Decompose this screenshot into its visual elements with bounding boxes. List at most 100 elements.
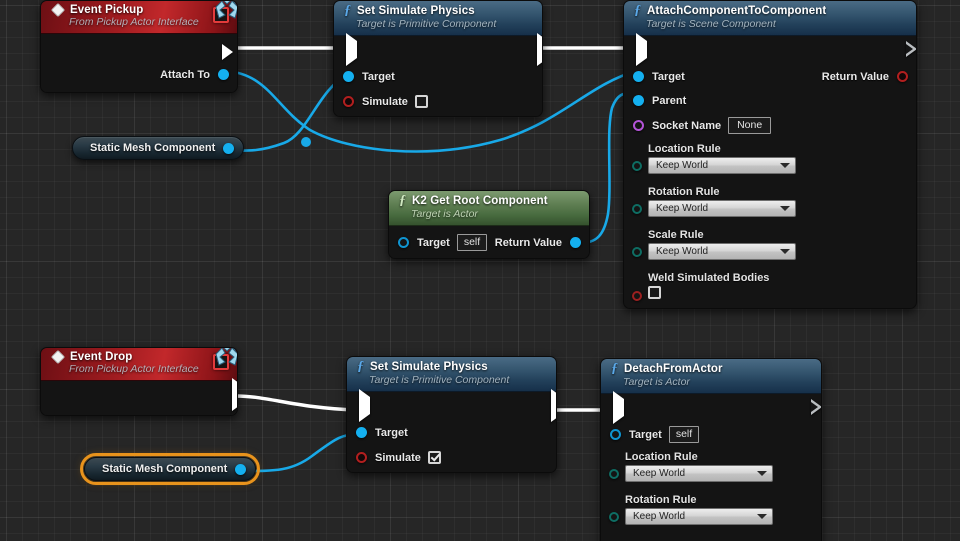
pin-label-target: Target bbox=[362, 70, 395, 83]
pin-dot-target[interactable] bbox=[610, 429, 621, 440]
socket-name-field[interactable]: None bbox=[728, 117, 772, 134]
prop-location-rule[interactable]: Location Rule Keep World bbox=[601, 448, 821, 488]
dropdown-value: Keep World bbox=[656, 160, 709, 171]
node-header-attach: ƒ AttachComponentToComponent Target is S… bbox=[624, 1, 916, 36]
pin-dot-simulate[interactable] bbox=[356, 452, 367, 463]
pin-target[interactable]: Target self bbox=[389, 230, 497, 255]
pin-parent[interactable]: Parent bbox=[624, 88, 696, 113]
pin-exec-out[interactable] bbox=[232, 378, 237, 411]
node-body-set-simulate-physics-bottom: Target Simulate bbox=[347, 389, 556, 472]
function-icon: ƒ bbox=[611, 361, 618, 376]
pin-target[interactable]: Target bbox=[624, 64, 695, 89]
node-set-simulate-physics-bottom[interactable]: ƒ Set Simulate Physics Target is Primiti… bbox=[346, 356, 557, 473]
node-header-event-drop: Event Drop From Pickup Actor Interface bbox=[41, 348, 237, 381]
node-header-set-simulate-physics-top: ƒ Set Simulate Physics Target is Primiti… bbox=[334, 1, 542, 36]
pin-dot-location-rule[interactable] bbox=[632, 161, 642, 171]
dropdown-value: Keep World bbox=[656, 246, 709, 257]
pin-exec-in[interactable] bbox=[346, 33, 357, 66]
prop-weld-simulated-bodies[interactable]: Weld Simulated Bodies bbox=[624, 269, 916, 308]
pin-dot-target[interactable] bbox=[633, 71, 644, 82]
node-set-simulate-physics-top[interactable]: ƒ Set Simulate Physics Target is Primiti… bbox=[333, 0, 543, 117]
pin-label-target: Target bbox=[375, 426, 408, 439]
target-self-field[interactable]: self bbox=[456, 234, 488, 251]
prop-label-rotation-rule: Rotation Rule bbox=[648, 186, 720, 198]
node-title: Event Drop bbox=[70, 351, 133, 363]
pin-dot-static-mesh-component[interactable] bbox=[235, 463, 247, 475]
pin-dot-target[interactable] bbox=[356, 427, 367, 438]
prop-rotation-rule[interactable]: Rotation Rule Keep World bbox=[601, 491, 821, 531]
pin-label-return-value: Return Value bbox=[494, 236, 562, 249]
node-body-event-drop bbox=[41, 378, 237, 415]
pin-target[interactable]: Target self bbox=[601, 422, 709, 447]
node-title: Set Simulate Physics bbox=[357, 5, 475, 17]
node-event-drop[interactable]: Event Drop From Pickup Actor Interface bbox=[40, 347, 238, 416]
node-body-detach-from-actor: Target self Location Rule Keep World Rot… bbox=[601, 391, 821, 541]
node-static-mesh-component-bottom[interactable]: Static Mesh Component bbox=[79, 453, 261, 485]
pin-return-value[interactable]: Return Value bbox=[812, 64, 916, 89]
pin-label-socket-name: Socket Name bbox=[652, 119, 722, 132]
pin-dot-rotation-rule[interactable] bbox=[609, 512, 619, 522]
node-title: Event Pickup bbox=[70, 4, 144, 16]
pin-dot-scale-rule[interactable] bbox=[632, 247, 642, 257]
node-subtitle: Target is Primitive Component bbox=[369, 374, 510, 386]
pin-exec-out[interactable] bbox=[551, 389, 556, 422]
pin-attach-to[interactable]: Attach To bbox=[150, 62, 237, 87]
pin-exec-in[interactable] bbox=[359, 389, 370, 422]
prop-rotation-rule[interactable]: Rotation Rule Keep World bbox=[624, 183, 916, 223]
node-detach-from-actor[interactable]: ƒ DetachFromActor Target is Actor Target… bbox=[600, 358, 822, 541]
pin-target[interactable]: Target bbox=[334, 64, 405, 89]
node-header-detach-from-actor: ƒ DetachFromActor Target is Actor bbox=[601, 359, 821, 394]
prop-label-weld-simulated-bodies: Weld Simulated Bodies bbox=[648, 272, 770, 284]
checkbox-simulate[interactable] bbox=[414, 95, 428, 108]
pin-dot-target[interactable] bbox=[398, 237, 409, 248]
pin-dot-weld-simulated-bodies[interactable] bbox=[632, 291, 642, 301]
pin-exec-in[interactable] bbox=[613, 391, 624, 424]
node-event-pickup[interactable]: Event Pickup From Pickup Actor Interface bbox=[40, 0, 238, 93]
checkbox-simulate[interactable] bbox=[427, 451, 441, 464]
dropdown-location-rule[interactable]: Keep World bbox=[648, 157, 796, 174]
pin-return-value[interactable]: Return Value bbox=[485, 230, 589, 255]
interface-event-badge-icon bbox=[215, 348, 237, 366]
pin-dot-rotation-rule[interactable] bbox=[632, 204, 642, 214]
pin-dot-return-value[interactable] bbox=[897, 71, 908, 82]
prop-label-rotation-rule: Rotation Rule bbox=[625, 494, 697, 506]
pin-exec-out[interactable] bbox=[212, 39, 237, 64]
pin-label-attach-to: Attach To bbox=[160, 68, 210, 81]
pin-dot-static-mesh-component[interactable] bbox=[223, 142, 235, 154]
pin-dot-location-rule[interactable] bbox=[609, 469, 619, 479]
pin-target[interactable]: Target bbox=[347, 420, 418, 445]
prop-scale-rule[interactable]: Scale Rule Keep World bbox=[624, 226, 916, 266]
prop-label-scale-rule: Scale Rule bbox=[648, 229, 704, 241]
node-attach-component-to-component[interactable]: ƒ AttachComponentToComponent Target is S… bbox=[623, 0, 917, 309]
function-icon: ƒ bbox=[399, 193, 406, 208]
pin-exec-in[interactable] bbox=[636, 33, 647, 66]
dropdown-value: Keep World bbox=[633, 468, 686, 479]
node-static-mesh-component-top[interactable]: Static Mesh Component bbox=[72, 136, 245, 160]
node-body-attach: Target Return Value Parent Socket Name N… bbox=[624, 33, 916, 308]
pin-exec-out[interactable] bbox=[537, 33, 542, 66]
pin-label-target: Target bbox=[652, 70, 685, 83]
pin-dot-parent[interactable] bbox=[633, 95, 644, 106]
pin-socket-name[interactable]: Socket Name None bbox=[624, 113, 781, 138]
pin-dot-attach-to[interactable] bbox=[218, 69, 229, 80]
pin-simulate[interactable]: Simulate bbox=[334, 89, 438, 114]
blueprint-graph-canvas[interactable]: Event Pickup From Pickup Actor Interface bbox=[0, 0, 960, 541]
dropdown-location-rule[interactable]: Keep World bbox=[625, 465, 773, 482]
variable-label: Static Mesh Component bbox=[90, 142, 216, 154]
dropdown-rotation-rule[interactable]: Keep World bbox=[625, 508, 773, 525]
pin-dot-socket-name[interactable] bbox=[633, 120, 644, 131]
checkbox-weld-simulated-bodies[interactable] bbox=[648, 286, 661, 299]
pin-dot-target[interactable] bbox=[343, 71, 354, 82]
prop-location-rule[interactable]: Location Rule Keep World bbox=[624, 140, 916, 180]
dropdown-rotation-rule[interactable]: Keep World bbox=[648, 200, 796, 217]
pin-dot-return-value[interactable] bbox=[570, 237, 581, 248]
node-body-event-pickup: Attach To bbox=[41, 34, 237, 92]
event-diamond-icon bbox=[50, 349, 65, 365]
dropdown-scale-rule[interactable]: Keep World bbox=[648, 243, 796, 260]
dropdown-value: Keep World bbox=[656, 203, 709, 214]
pin-dot-simulate[interactable] bbox=[343, 96, 354, 107]
pin-simulate[interactable]: Simulate bbox=[347, 445, 451, 470]
chevron-down-icon bbox=[780, 206, 790, 211]
target-self-field[interactable]: self bbox=[668, 426, 700, 443]
node-k2-get-root-component[interactable]: ƒ K2 Get Root Component Target is Actor … bbox=[388, 190, 590, 259]
